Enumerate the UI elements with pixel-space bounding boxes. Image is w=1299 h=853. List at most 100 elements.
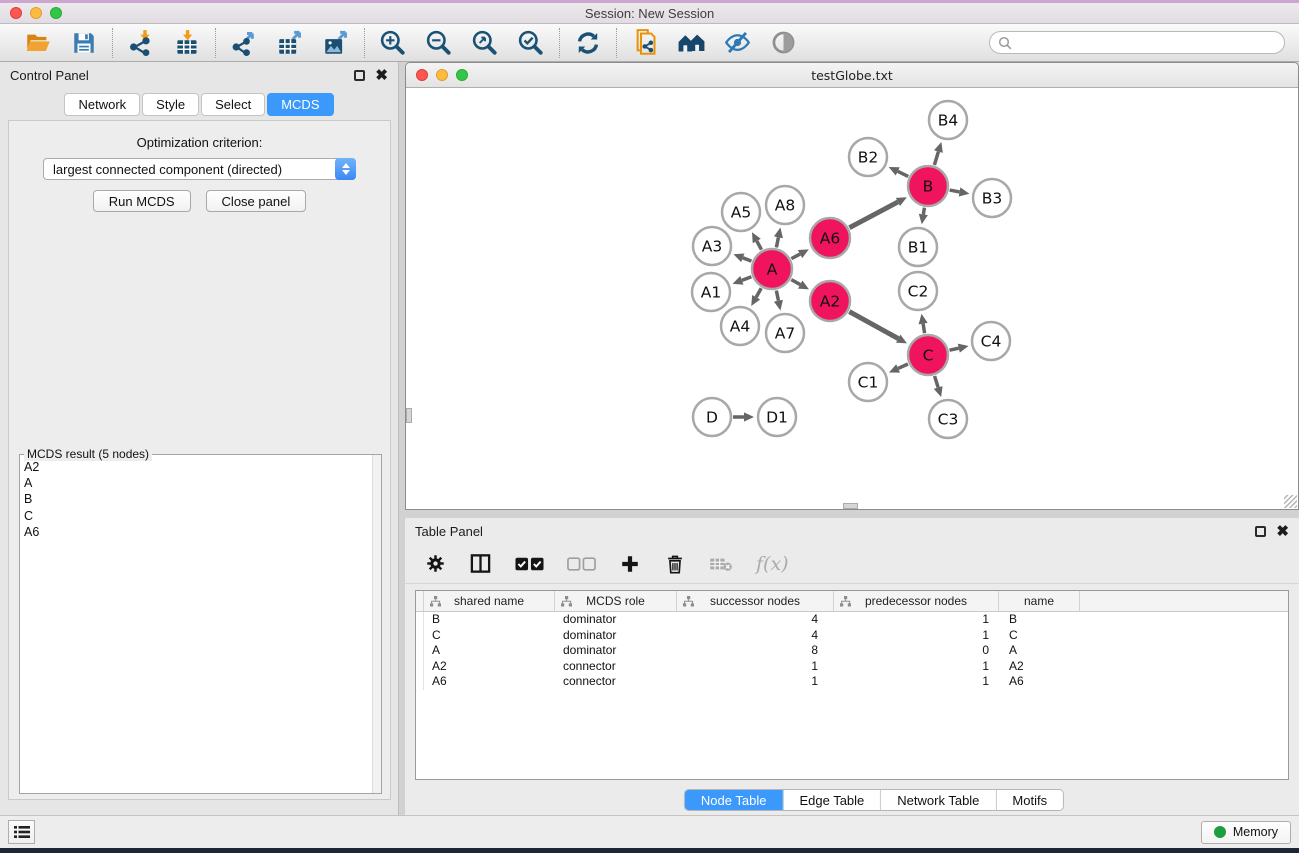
graph-node-B2[interactable]: B2 — [849, 138, 887, 176]
table-cell[interactable]: 1 — [677, 659, 834, 675]
graph-node-A7[interactable]: A7 — [766, 314, 804, 352]
deselect-all-rows-icon[interactable] — [567, 557, 596, 571]
import-network-icon[interactable] — [126, 28, 156, 58]
column-header-shared-name[interactable]: shared name — [424, 591, 555, 611]
edge-A6-B[interactable] — [849, 202, 898, 228]
network-window-titlebar[interactable]: testGlobe.txt — [406, 63, 1298, 88]
table-cell[interactable]: 1 — [677, 674, 834, 690]
graph-node-A2[interactable]: A2 — [810, 281, 850, 321]
edge-A-A8[interactable] — [776, 237, 778, 247]
column-header-successor-nodes[interactable]: successor nodes — [677, 591, 834, 611]
edge-A-A6[interactable] — [791, 254, 800, 259]
mcds-result-item[interactable]: A6 — [20, 524, 372, 540]
tab-node-table[interactable]: Node Table — [685, 790, 783, 810]
zoom-fit-icon[interactable] — [470, 28, 500, 58]
column-header-predecessor-nodes[interactable]: predecessor nodes — [834, 591, 999, 611]
tab-style[interactable]: Style — [142, 93, 199, 116]
graph-node-A5[interactable]: A5 — [722, 193, 760, 231]
export-network-icon[interactable] — [229, 28, 259, 58]
graph-node-B4[interactable]: B4 — [929, 101, 967, 139]
save-session-icon[interactable] — [69, 28, 99, 58]
task-history-button[interactable] — [8, 820, 35, 844]
run-mcds-button[interactable]: Run MCDS — [93, 190, 191, 212]
edge-A-A1[interactable] — [742, 277, 752, 281]
mcds-result-item[interactable]: B — [20, 491, 372, 507]
graph-node-C[interactable]: C — [908, 335, 948, 375]
graph-node-A8[interactable]: A8 — [766, 186, 804, 224]
show-graphics-details-icon[interactable] — [768, 28, 798, 58]
table-cell[interactable]: B — [424, 612, 555, 628]
edge-C-C1[interactable] — [898, 364, 908, 368]
tab-network-table[interactable]: Network Table — [880, 790, 995, 810]
edge-C-C2[interactable] — [923, 324, 925, 334]
mcds-result-item[interactable]: A2 — [20, 459, 372, 475]
table-row[interactable]: A2connector11A2 — [416, 659, 1288, 675]
home-icon[interactable] — [676, 28, 706, 58]
table-cell[interactable]: A — [999, 643, 1080, 659]
column-header-name[interactable]: name — [999, 591, 1080, 611]
table-cell[interactable]: dominator — [555, 612, 677, 628]
graph-node-A4[interactable]: A4 — [721, 307, 759, 345]
graph-node-A[interactable]: A — [752, 249, 792, 289]
edge-B-B1[interactable] — [923, 208, 924, 215]
graph-node-D1[interactable]: D1 — [758, 398, 796, 436]
table-cell[interactable]: A6 — [424, 674, 555, 690]
add-column-icon[interactable] — [619, 553, 641, 575]
table-row[interactable]: Cdominator41C — [416, 628, 1288, 644]
tab-select[interactable]: Select — [201, 93, 265, 116]
table-cell[interactable]: connector — [555, 674, 677, 690]
edge-B-B2[interactable] — [898, 171, 908, 176]
hide-graphics-details-icon[interactable] — [722, 28, 752, 58]
close-panel-icon[interactable]: ✖ — [375, 70, 388, 81]
graph-node-C1[interactable]: C1 — [849, 363, 887, 401]
edge-A-A2[interactable] — [791, 280, 800, 285]
graph-node-A1[interactable]: A1 — [692, 273, 730, 311]
close-table-panel-icon[interactable]: ✖ — [1276, 526, 1289, 537]
table-cell[interactable]: 8 — [677, 643, 834, 659]
table-cell[interactable]: 4 — [677, 612, 834, 628]
zoom-selected-icon[interactable] — [516, 28, 546, 58]
network-from-document-icon[interactable] — [630, 28, 660, 58]
table-cell[interactable]: 1 — [834, 628, 999, 644]
table-cell[interactable]: dominator — [555, 643, 677, 659]
edge-A-A7[interactable] — [776, 291, 778, 301]
graph-node-B[interactable]: B — [908, 166, 948, 206]
edge-A-A3[interactable] — [743, 258, 752, 261]
column-header-MCDS-role[interactable]: MCDS role — [555, 591, 677, 611]
graph-node-C3[interactable]: C3 — [929, 400, 967, 438]
table-row[interactable]: Bdominator41B — [416, 612, 1288, 628]
window-resize-grip[interactable] — [1284, 495, 1297, 508]
graph-node-A6[interactable]: A6 — [810, 218, 850, 258]
mcds-result-item[interactable]: C — [20, 508, 372, 524]
search-input[interactable] — [1012, 36, 1276, 50]
column-visibility-icon[interactable] — [469, 552, 492, 575]
table-cell[interactable]: A2 — [999, 659, 1080, 675]
graph-node-C2[interactable]: C2 — [899, 272, 937, 310]
float-panel-icon[interactable] — [354, 70, 365, 81]
table-settings-icon[interactable] — [425, 553, 446, 574]
edge-A2-C[interactable] — [849, 312, 898, 339]
delete-column-icon[interactable] — [664, 553, 686, 575]
edge-A-A4[interactable] — [756, 288, 761, 297]
refresh-icon[interactable] — [573, 28, 603, 58]
graph-node-C4[interactable]: C4 — [972, 322, 1010, 360]
graph-node-D[interactable]: D — [693, 398, 731, 436]
table-cell[interactable]: A2 — [424, 659, 555, 675]
tab-mcds[interactable]: MCDS — [267, 93, 333, 116]
table-row[interactable]: Adominator80A — [416, 643, 1288, 659]
mcds-result-item[interactable]: A — [20, 475, 372, 491]
table-cell[interactable]: connector — [555, 659, 677, 675]
table-cell[interactable]: dominator — [555, 628, 677, 644]
import-table-icon[interactable] — [172, 28, 202, 58]
table-cell[interactable]: C — [999, 628, 1080, 644]
table-cell[interactable]: 0 — [834, 643, 999, 659]
table-cell[interactable]: C — [424, 628, 555, 644]
table-cell[interactable]: A6 — [999, 674, 1080, 690]
close-panel-button[interactable]: Close panel — [206, 190, 307, 212]
export-table-icon[interactable] — [275, 28, 305, 58]
splitter-handle-bottom[interactable] — [843, 503, 858, 509]
open-session-icon[interactable] — [23, 28, 53, 58]
table-cell[interactable]: B — [999, 612, 1080, 628]
table-cell[interactable]: 4 — [677, 628, 834, 644]
graph-node-A3[interactable]: A3 — [693, 227, 731, 265]
